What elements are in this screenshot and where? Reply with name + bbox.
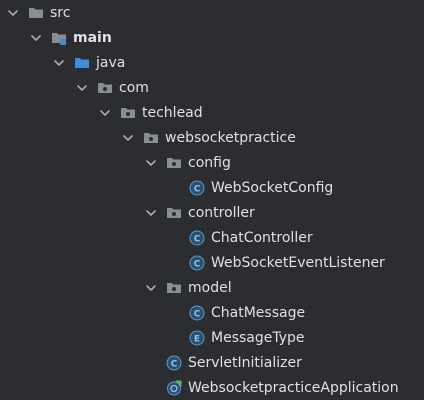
- tree-node-java[interactable]: java: [0, 51, 424, 76]
- tree-node-chatcontroller[interactable]: C ChatController: [0, 226, 424, 251]
- tree-node-label: src: [50, 4, 71, 21]
- class-icon: C: [189, 230, 205, 246]
- package-icon: [166, 280, 182, 296]
- spring-boot-class-icon: [166, 380, 182, 396]
- tree-node-servletinitializer[interactable]: C ServletInitializer: [0, 351, 424, 376]
- tree-node-label: java: [96, 54, 126, 71]
- tree-node-websocketconfig[interactable]: C WebSocketConfig: [0, 176, 424, 201]
- svg-text:C: C: [194, 184, 201, 194]
- chevron-down-icon[interactable]: [5, 5, 21, 21]
- tree-node-src[interactable]: src: [0, 1, 424, 26]
- tree-node-techlead[interactable]: techlead: [0, 101, 424, 126]
- class-icon: C: [189, 180, 205, 196]
- tree-node-label: techlead: [142, 104, 203, 121]
- folder-icon: [28, 5, 44, 21]
- tree-node-label: model: [188, 279, 232, 296]
- svg-text:C: C: [194, 309, 201, 319]
- class-icon: C: [189, 255, 205, 271]
- chevron-down-icon[interactable]: [51, 55, 67, 71]
- tree-node-label: main: [73, 29, 112, 46]
- tree-node-label: config: [188, 154, 231, 171]
- chevron-down-icon[interactable]: [74, 80, 90, 96]
- tree-node-websocketpractice[interactable]: websocketpractice: [0, 126, 424, 151]
- tree-node-label: ChatController: [211, 229, 313, 246]
- tree-node-websocketeventlistener[interactable]: C WebSocketEventListener: [0, 251, 424, 276]
- chevron-down-icon[interactable]: [143, 280, 159, 296]
- tree-node-main[interactable]: main: [0, 26, 424, 51]
- tree-node-label: com: [119, 79, 149, 96]
- package-icon: [166, 205, 182, 221]
- tree-node-config[interactable]: config: [0, 151, 424, 176]
- tree-node-label: ChatMessage: [211, 304, 306, 321]
- package-icon: [166, 155, 182, 171]
- class-icon: C: [166, 355, 182, 371]
- source-root-folder-icon: [74, 55, 90, 71]
- svg-text:C: C: [194, 234, 201, 244]
- chevron-down-icon[interactable]: [143, 155, 159, 171]
- tree-node-label: websocketpractice: [165, 129, 296, 146]
- tree-node-chatmessage[interactable]: C ChatMessage: [0, 301, 424, 326]
- tree-node-websocketpracticeapplication[interactable]: WebsocketpracticeApplication: [0, 376, 424, 400]
- package-icon: [120, 105, 136, 121]
- enum-icon: E: [189, 330, 205, 346]
- tree-node-model[interactable]: model: [0, 276, 424, 301]
- module-folder-icon: [51, 30, 67, 46]
- chevron-down-icon[interactable]: [28, 30, 44, 46]
- package-icon: [143, 130, 159, 146]
- tree-node-label: WebsocketpracticeApplication: [188, 379, 399, 396]
- project-tree: src main java com techlead websocketpractice c…: [0, 0, 424, 400]
- class-icon: C: [189, 305, 205, 321]
- tree-node-label: ServletInitializer: [188, 354, 302, 371]
- svg-text:E: E: [194, 334, 200, 344]
- tree-node-controller[interactable]: controller: [0, 201, 424, 226]
- tree-node-messagetype[interactable]: E MessageType: [0, 326, 424, 351]
- chevron-down-icon[interactable]: [97, 105, 113, 121]
- package-icon: [97, 80, 113, 96]
- tree-node-label: WebSocketConfig: [211, 179, 334, 196]
- tree-node-com[interactable]: com: [0, 76, 424, 101]
- tree-node-label: MessageType: [211, 329, 305, 346]
- tree-node-label: WebSocketEventListener: [211, 254, 385, 271]
- chevron-down-icon[interactable]: [143, 205, 159, 221]
- chevron-down-icon[interactable]: [120, 130, 136, 146]
- svg-text:C: C: [171, 359, 178, 369]
- svg-text:C: C: [194, 259, 201, 269]
- tree-node-label: controller: [188, 204, 255, 221]
